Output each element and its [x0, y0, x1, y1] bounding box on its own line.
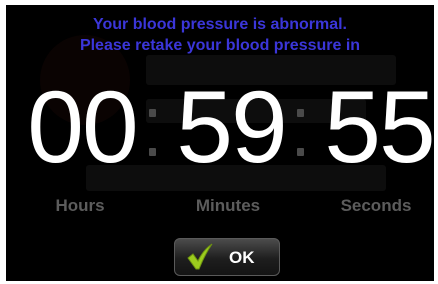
seconds-label: Seconds — [340, 196, 412, 215]
separator-dot — [149, 109, 156, 117]
separator-dot — [297, 109, 304, 117]
minutes-value: 59 — [176, 70, 287, 184]
seconds-value: 55 — [324, 70, 434, 184]
checkmark-icon — [187, 243, 213, 270]
ok-button-label: OK — [229, 248, 255, 267]
ok-button[interactable]: OK — [174, 238, 280, 276]
countdown-screen: Your blood pressure is abnormal. Please … — [6, 5, 434, 281]
abnormal-bp-message: Your blood pressure is abnormal. Please … — [6, 14, 434, 56]
separator-dot — [149, 148, 156, 156]
hours-value: 00 — [27, 70, 138, 184]
minutes-label: Minutes — [195, 196, 261, 215]
message-line-1: Your blood pressure is abnormal. — [93, 16, 347, 33]
hours-label: Hours — [55, 196, 105, 215]
message-line-2: Please retake your blood pressure in — [79, 37, 361, 54]
separator-dot — [297, 148, 304, 156]
